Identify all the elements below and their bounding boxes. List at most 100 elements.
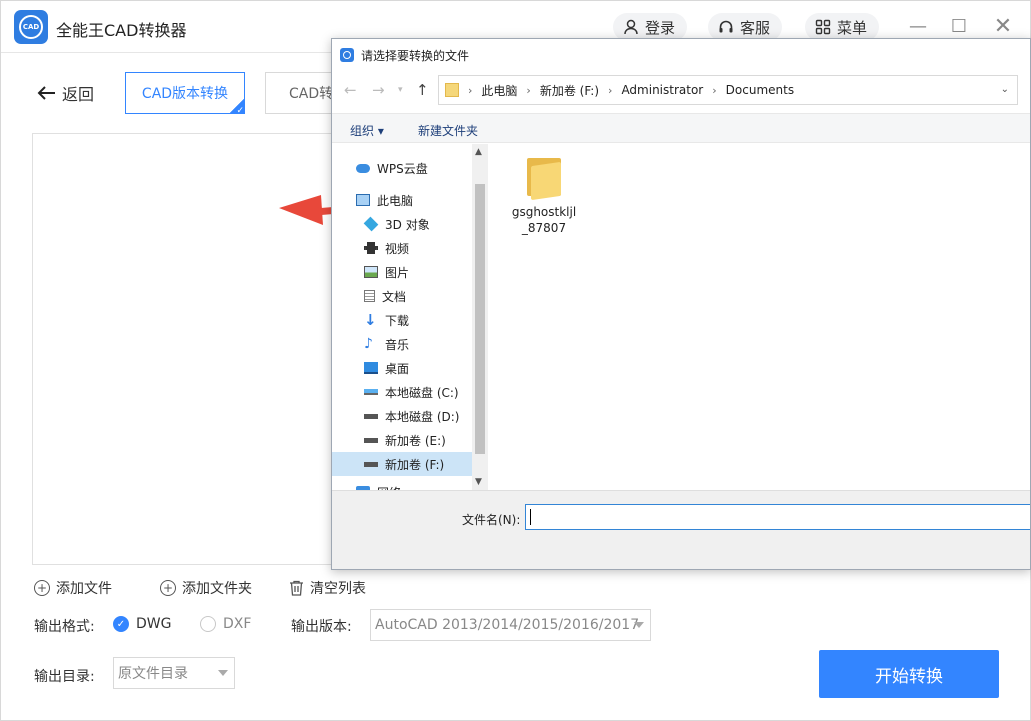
sidebar-item-3d[interactable]: 3D 对象 (332, 212, 472, 236)
service-label: 客服 (740, 18, 771, 37)
sidebar-item-desktop[interactable]: 桌面 (332, 356, 472, 380)
sidebar-item-label: 视频 (385, 241, 410, 256)
sidebar-item-drive-f[interactable]: 新加卷 (F:) (332, 452, 472, 476)
sidebar-item-drive-e[interactable]: 新加卷 (E:) (332, 428, 472, 452)
radio-label: DWG (136, 616, 172, 632)
organize-button[interactable]: 组织 ▾ (350, 122, 384, 139)
chevron-down-icon (634, 622, 644, 628)
sidebar-item-wps[interactable]: WPS云盘 (332, 156, 472, 180)
add-folder-button[interactable]: + 添加文件夹 (160, 578, 252, 598)
forward-arrow-icon[interactable]: → (372, 81, 385, 99)
tab-cad-version[interactable]: CAD版本转换 ✓ (125, 72, 245, 116)
add-file-label: 添加文件 (56, 581, 112, 597)
logo-mark: CAD (19, 15, 43, 39)
user-icon (624, 19, 638, 35)
sidebar-item-this-pc[interactable]: 此电脑 (332, 188, 472, 212)
add-file-button[interactable]: + 添加文件 (34, 578, 112, 598)
breadcrumb-item[interactable]: 新加卷 (F:) (540, 82, 599, 99)
radio-dwg[interactable]: ✓ DWG (113, 616, 171, 632)
new-folder-button[interactable]: 新建文件夹 (418, 122, 478, 139)
radio-dxf[interactable]: DXF (200, 616, 251, 632)
dir-label: 输出目录: (34, 669, 95, 685)
dialog-title: 请选择要转换的文件 (361, 48, 470, 63)
chevron-right-icon: › (526, 83, 531, 97)
close-icon[interactable]: ✕ (991, 15, 1015, 39)
sidebar-item-video[interactable]: 视频 (332, 236, 472, 260)
recent-dropdown-icon[interactable]: ▾ (398, 85, 403, 95)
scrollbar-thumb[interactable] (475, 184, 485, 454)
version-label: 输出版本: (291, 619, 352, 635)
minimize-icon[interactable]: — (906, 15, 930, 39)
chevron-down-icon[interactable]: ⌄ (1001, 84, 1009, 95)
sidebar-item-network[interactable]: 网络 (332, 480, 472, 490)
computer-icon (356, 194, 370, 206)
maximize-icon[interactable]: ☐ (947, 15, 971, 39)
radio-label: DXF (223, 616, 252, 632)
sidebar-item-label: 下载 (385, 313, 410, 328)
cloud-icon (356, 163, 370, 173)
service-button[interactable]: 客服 (708, 13, 783, 41)
menu-label: 菜单 (837, 18, 868, 37)
plus-circle-icon: + (34, 580, 50, 596)
file-pane: gsghostkljl_87807 (489, 144, 1030, 490)
drive-icon (364, 413, 378, 419)
start-convert-button[interactable]: 开始转换 (819, 650, 999, 698)
grid-icon (815, 19, 831, 35)
plus-circle-icon: + (160, 580, 176, 596)
chevron-right-icon: › (712, 83, 717, 97)
tab-label: CAD转 (289, 86, 334, 102)
text-cursor (530, 509, 531, 525)
sidebar-item-label: 音乐 (385, 337, 410, 352)
dialog-bottom-area: 文件名(N): (332, 490, 1030, 569)
folder-item[interactable]: gsghostkljl_87807 (509, 158, 579, 236)
back-arrow-icon[interactable]: ← (344, 81, 357, 99)
breadcrumb-item[interactable]: 此电脑 (481, 82, 517, 99)
sidebar-item-drive-c[interactable]: 本地磁盘 (C:) (332, 380, 472, 404)
filename-input[interactable] (525, 504, 1030, 530)
sidebar-item-label: 新加卷 (F:) (385, 457, 445, 472)
folder-name: gsghostkljl_87807 (511, 205, 577, 235)
document-icon (364, 290, 375, 302)
dir-value: 原文件目录 (118, 666, 188, 682)
nav-scrollbar[interactable]: ▲ ▼ (472, 144, 488, 490)
app-logo: CAD (14, 10, 48, 44)
sidebar-item-music[interactable]: ♪ 音乐 (332, 332, 472, 356)
sidebar-item-downloads[interactable]: ↓ 下载 (332, 308, 472, 332)
drive-icon (364, 389, 378, 395)
format-label: 输出格式: (34, 619, 95, 635)
back-label: 返回 (62, 85, 95, 104)
radio-circle-icon (200, 616, 216, 632)
sidebar-item-label: 桌面 (385, 361, 410, 376)
breadcrumb-item[interactable]: Documents (726, 83, 794, 97)
drive-icon (364, 437, 378, 443)
version-select[interactable]: AutoCAD 2013/2014/2015/2016/2017 (370, 609, 651, 641)
sidebar-item-pictures[interactable]: 图片 (332, 260, 472, 284)
back-button[interactable]: 返回 (36, 81, 94, 105)
sidebar-item-label: 图片 (385, 265, 410, 280)
folder-icon (527, 158, 561, 201)
clear-list-label: 清空列表 (310, 581, 366, 597)
trash-icon (290, 580, 303, 596)
sidebar-item-label: 3D 对象 (385, 217, 430, 232)
file-open-dialog: 请选择要转换的文件 ← → ▾ ↑ › 此电脑 › 新加卷 (F:) › Adm… (331, 38, 1031, 570)
desktop-icon (364, 362, 378, 374)
navigation-pane: WPS云盘 此电脑 3D 对象 视频 图片 文档 ↓ 下载 ♪ 音乐 桌面 本地… (332, 144, 488, 490)
dialog-toolbar: 组织 ▾ 新建文件夹 (332, 113, 1030, 143)
scroll-down-icon[interactable]: ▼ (475, 477, 482, 487)
output-dir-select[interactable]: 原文件目录 (113, 657, 235, 689)
version-value: AutoCAD 2013/2014/2015/2016/2017 (375, 617, 640, 633)
app-icon (340, 48, 354, 62)
breadcrumb-item[interactable]: Administrator (621, 83, 703, 97)
menu-button[interactable]: 菜单 (805, 13, 880, 41)
login-button[interactable]: 登录 (613, 13, 688, 41)
address-bar[interactable]: › 此电脑 › 新加卷 (F:) › Administrator › Docum… (438, 75, 1018, 105)
scroll-up-icon[interactable]: ▲ (475, 147, 482, 157)
up-arrow-icon[interactable]: ↑ (416, 81, 429, 99)
dialog-title-bar: 请选择要转换的文件 (332, 39, 1030, 71)
clear-list-button[interactable]: 清空列表 (289, 578, 366, 598)
sidebar-item-drive-d[interactable]: 本地磁盘 (D:) (332, 404, 472, 428)
sidebar-item-label: WPS云盘 (377, 161, 428, 176)
chevron-right-icon: › (468, 83, 473, 97)
organize-label: 组织 (350, 124, 375, 138)
sidebar-item-documents[interactable]: 文档 (332, 284, 472, 308)
